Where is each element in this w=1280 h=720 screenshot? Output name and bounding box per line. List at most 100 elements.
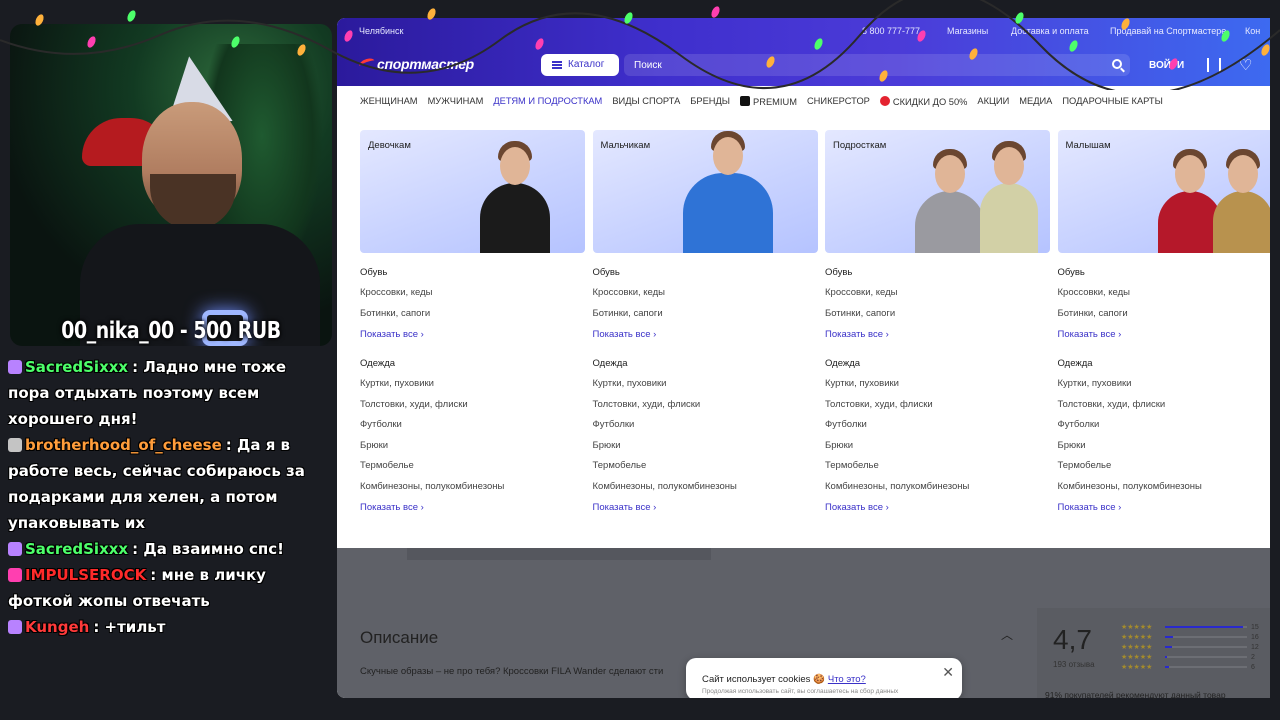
show-all-link[interactable]: Показать все › — [1058, 329, 1271, 340]
nav-item-sale[interactable]: СКИДКИ ДО 50% — [879, 95, 967, 107]
subcategory-link[interactable]: Футболки — [360, 419, 585, 440]
nav-item-sneakerstore[interactable]: СНИКЕРСТОР — [807, 96, 870, 106]
subcategory-link[interactable]: Толстовки, худи, флиски — [593, 399, 818, 420]
chat-message: SacredSixxx: Ладно мне тоже пора отдыхат… — [8, 354, 326, 432]
sportmaster-logo[interactable]: спортмастер — [357, 56, 474, 72]
subcategory-link[interactable]: Термобелье — [360, 460, 585, 481]
subcategory-link[interactable]: Ботинки, сапоги — [825, 308, 1050, 329]
show-all-label: Показать все — [360, 502, 418, 513]
rating-track — [1165, 656, 1247, 658]
search-input[interactable] — [624, 54, 1084, 76]
nav-item-kids[interactable]: ДЕТЯМ И ПОДРОСТКАМ — [493, 96, 602, 106]
catalog-button[interactable]: Каталог — [541, 54, 619, 76]
rating-bars: ★★★★★ 15 ★★★★★ 16 ★★★★★ 12 ★★★★★ 2 ★★★★★ 6 — [1121, 622, 1261, 672]
chat-colon: : — [132, 358, 139, 376]
subcategory-link[interactable]: Комбинезоны, полукомбинезоны — [825, 481, 1050, 502]
subcategory-link[interactable]: Кроссовки, кеды — [360, 287, 585, 308]
category-card[interactable]: Девочкам — [360, 130, 585, 253]
show-all-link[interactable]: Показать все › — [825, 502, 1050, 513]
show-all-label: Показать все — [825, 329, 883, 340]
shoes-group: Обувь Кроссовки, кеды Ботинки, сапоги Показ… — [825, 267, 1050, 340]
nav-item-premium[interactable]: PREMIUM — [740, 95, 797, 107]
chevron-right-icon: › — [1118, 329, 1122, 340]
subcategory-link[interactable]: Комбинезоны, полукомбинезоны — [593, 481, 818, 502]
subcategory-link[interactable]: Ботинки, сапоги — [593, 308, 818, 329]
subcategory-link[interactable]: Куртки, пуховики — [1058, 378, 1271, 399]
nav-item-women[interactable]: ЖЕНЩИНАМ — [360, 96, 418, 106]
group-title[interactable]: Обувь — [1058, 267, 1271, 278]
subcategory-link[interactable]: Термобелье — [593, 460, 818, 481]
group-title[interactable]: Обувь — [360, 267, 585, 278]
subcategory-link[interactable]: Толстовки, худи, флиски — [360, 399, 585, 420]
favorites-icon[interactable]: ♡ — [1239, 56, 1252, 74]
subcategory-link[interactable]: Комбинезоны, полукомбинезоны — [360, 481, 585, 502]
show-all-label: Показать все — [1057, 502, 1116, 513]
chat-username[interactable]: SacredSixxx — [25, 540, 128, 558]
chat-username[interactable]: SacredSixxx — [25, 358, 128, 376]
group-title[interactable]: Одежда — [825, 358, 1050, 369]
subcategory-link[interactable]: Футболки — [1058, 419, 1271, 440]
subcategory-link[interactable]: Кроссовки, кеды — [593, 287, 818, 308]
subcategory-link[interactable]: Ботинки, сапоги — [1058, 308, 1271, 329]
rating-track — [1165, 646, 1247, 648]
subcategory-link[interactable]: Брюки — [825, 440, 1050, 461]
clothes-group: Одежда Куртки, пуховики Толстовки, худи, ф… — [1058, 358, 1271, 513]
show-all-link[interactable]: Показать все › — [593, 329, 818, 340]
nav-item-promos[interactable]: АКЦИИ — [977, 96, 1009, 106]
header-link-stores[interactable]: Магазины — [947, 26, 988, 36]
subcategory-link[interactable]: Куртки, пуховики — [825, 378, 1050, 399]
subcategory-link[interactable]: Брюки — [1058, 440, 1271, 461]
header-link-contacts[interactable]: Кон — [1245, 26, 1260, 36]
nav-item-media[interactable]: МЕДИА — [1019, 96, 1052, 106]
chevron-up-icon[interactable]: ︿ — [1001, 626, 1013, 643]
show-all-link[interactable]: Показать все › — [1058, 502, 1271, 513]
category-card[interactable]: Подросткам — [825, 130, 1050, 253]
subcategory-link[interactable]: Футболки — [825, 419, 1050, 440]
subcategory-link[interactable]: Кроссовки, кеды — [1058, 287, 1271, 308]
chat-username[interactable]: brotherhood_of_cheese — [25, 436, 222, 454]
nav-item-brands[interactable]: БРЕНДЫ — [690, 96, 730, 106]
chat-username[interactable]: Kungeh — [25, 618, 89, 636]
subcategory-link[interactable]: Толстовки, худи, флиски — [1058, 399, 1271, 420]
subcategory-link[interactable]: Термобелье — [1058, 460, 1271, 481]
nav-item-gift-cards[interactable]: ПОДАРОЧНЫЕ КАРТЫ — [1062, 96, 1162, 106]
category-card[interactable]: Мальчикам — [592, 130, 818, 253]
subcategory-link[interactable]: Комбинезоны, полукомбинезоны — [1058, 481, 1271, 502]
subcategory-link[interactable]: Толстовки, худи, флиски — [825, 399, 1050, 420]
city-selector[interactable]: Челябинск — [359, 26, 403, 36]
subcategory-link[interactable]: Куртки, пуховики — [593, 378, 818, 399]
rating-bar-row: ★★★★★ 2 — [1121, 652, 1261, 662]
nav-item-sports[interactable]: ВИДЫ СПОРТА — [612, 96, 680, 106]
rating-count[interactable]: 193 отзыва — [1053, 660, 1095, 669]
group-title[interactable]: Обувь — [593, 267, 818, 278]
show-all-link[interactable]: Показать все › — [360, 502, 585, 513]
subcategory-link[interactable]: Брюки — [360, 440, 585, 461]
show-all-link[interactable]: Показать все › — [360, 329, 585, 340]
catalog-label: Каталог — [568, 59, 605, 70]
chat-username[interactable]: IMPULSEROCK — [25, 566, 146, 584]
close-icon[interactable]: ✕ — [942, 664, 954, 681]
group-title[interactable]: Обувь — [825, 267, 1050, 278]
show-all-link[interactable]: Показать все › — [593, 502, 818, 513]
category-card[interactable]: Малышам — [1057, 130, 1270, 253]
search-icon[interactable] — [1112, 59, 1122, 69]
rating-fill — [1165, 646, 1172, 648]
search-bar[interactable] — [624, 54, 1130, 76]
subcategory-link[interactable]: Ботинки, сапоги — [360, 308, 585, 329]
header-link-delivery[interactable]: Доставка и оплата — [1011, 26, 1089, 36]
subcategory-link[interactable]: Кроссовки, кеды — [825, 287, 1050, 308]
group-title[interactable]: Одежда — [360, 358, 585, 369]
phone-number[interactable]: 8 800 777-777 — [862, 26, 920, 36]
subcategory-link[interactable]: Термобелье — [825, 460, 1050, 481]
catalog-column: Мальчикам Обувь Кроссовки, кеды Ботинки, са… — [592, 130, 818, 513]
show-all-link[interactable]: Показать все › — [825, 329, 1050, 340]
subcategory-link[interactable]: Футболки — [593, 419, 818, 440]
login-button[interactable]: ВОЙТИ — [1149, 60, 1184, 71]
subcategory-link[interactable]: Брюки — [593, 440, 818, 461]
compare-icon[interactable] — [1207, 58, 1221, 72]
subcategory-link[interactable]: Куртки, пуховики — [360, 378, 585, 399]
group-title[interactable]: Одежда — [1058, 358, 1271, 369]
group-title[interactable]: Одежда — [593, 358, 818, 369]
nav-item-men[interactable]: МУЖЧИНАМ — [428, 96, 484, 106]
cookie-link[interactable]: Что это? — [828, 674, 866, 685]
